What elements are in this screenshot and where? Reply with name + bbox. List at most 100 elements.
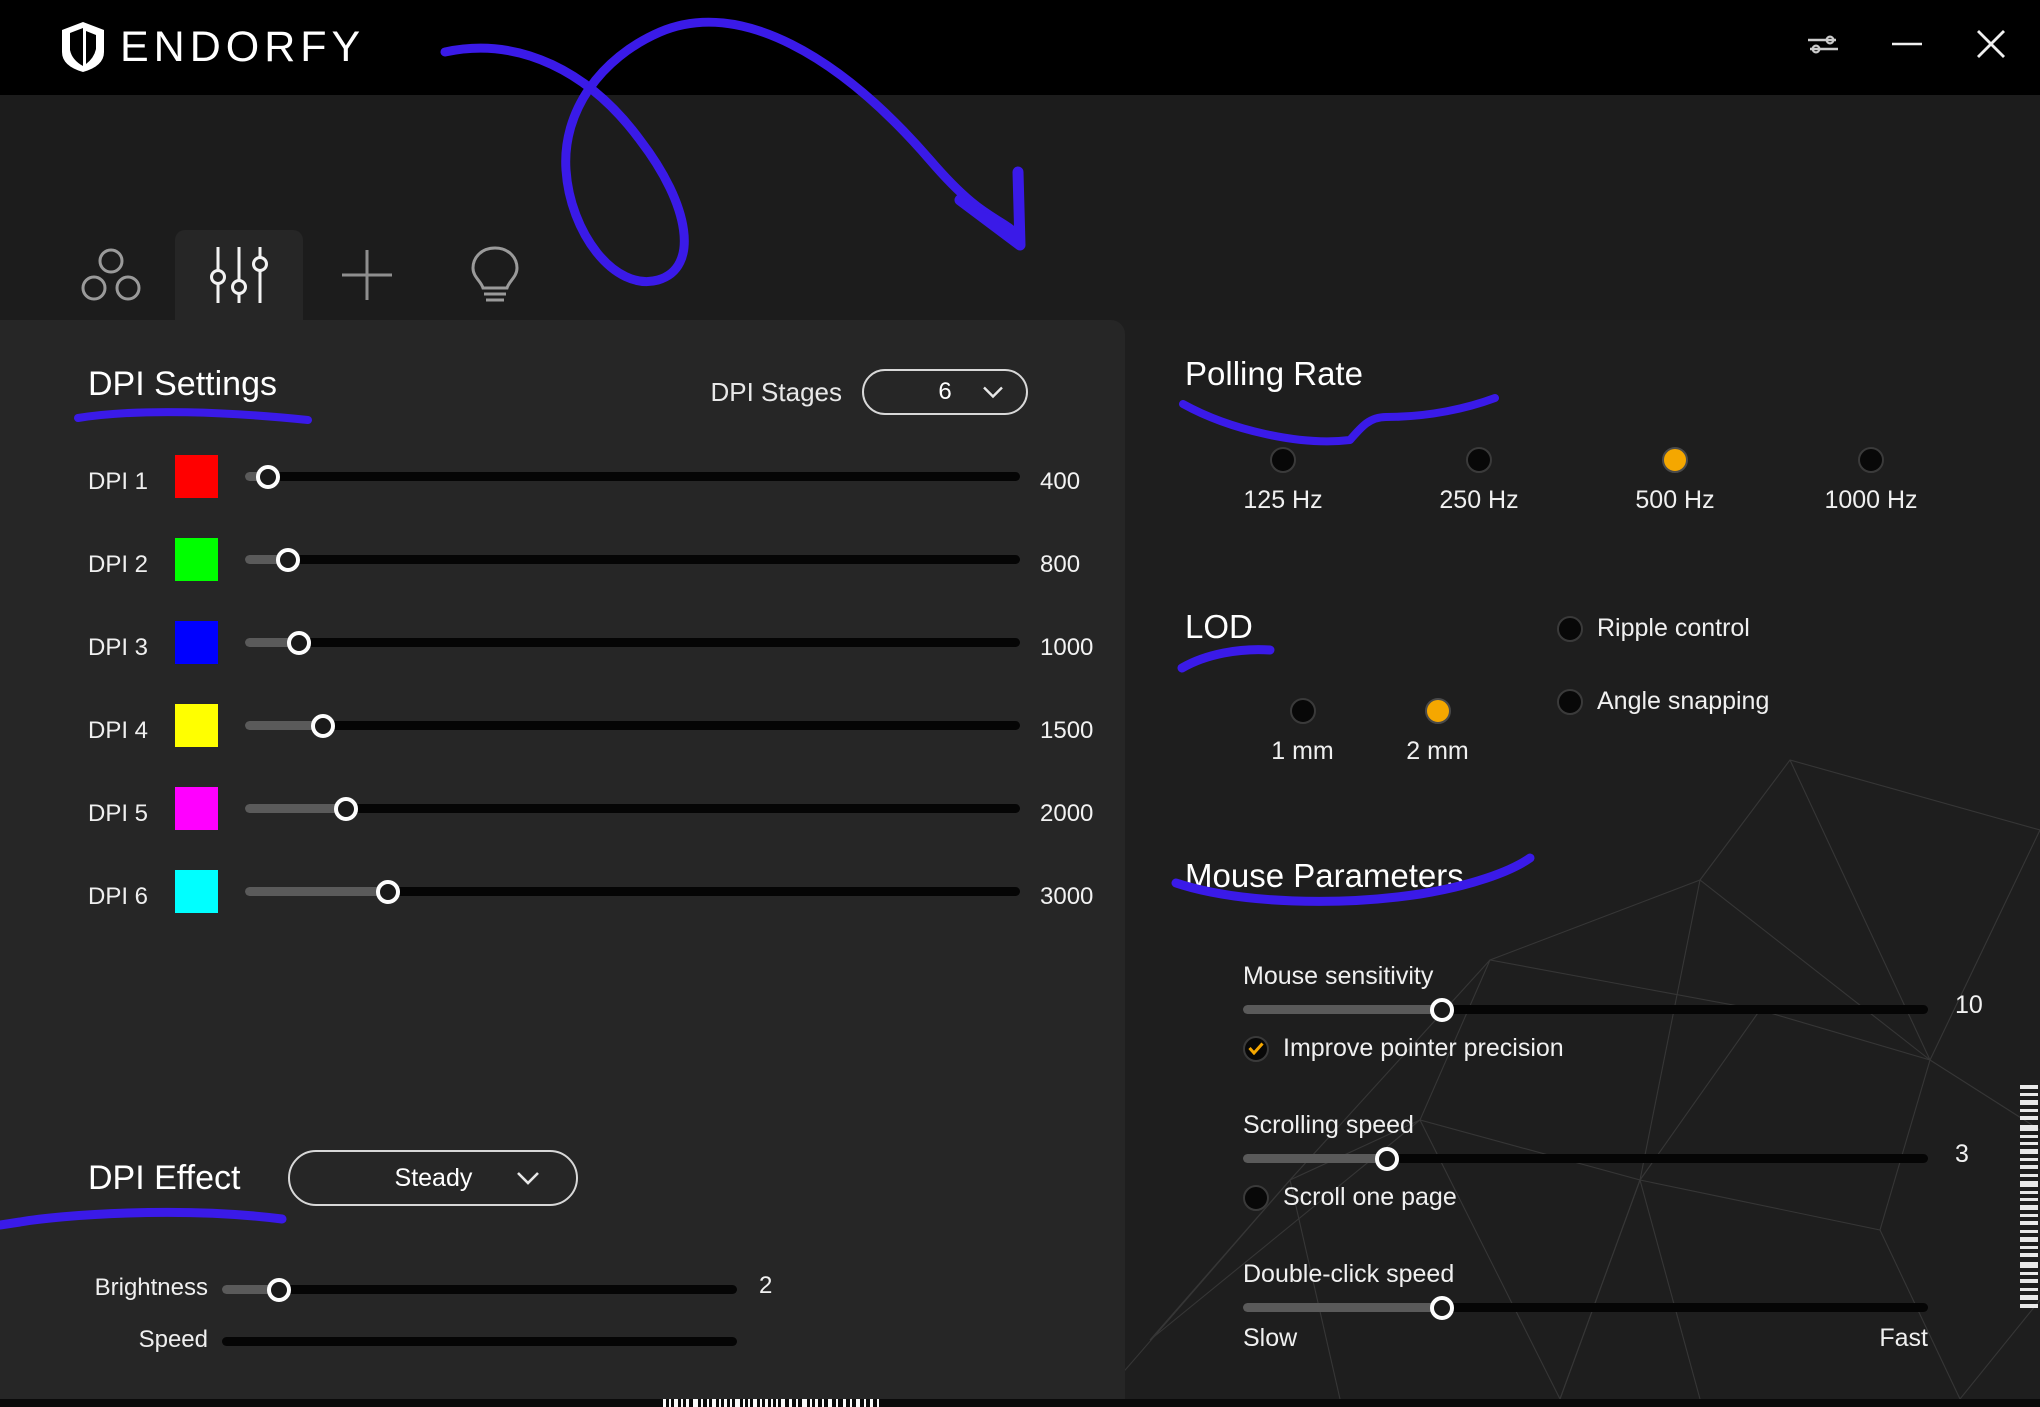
mouse-sensitivity-slider[interactable]: 10 [1243, 991, 1983, 1022]
settings-button[interactable] [1800, 21, 1846, 67]
dpi-slider[interactable] [245, 713, 1020, 738]
plus-icon [342, 250, 392, 300]
minimize-icon [1892, 42, 1922, 46]
scroll-one-page-checkbox[interactable]: Scroll one page [1243, 1183, 2005, 1212]
tab-add[interactable] [303, 230, 431, 320]
mouse-sensitivity-slider-thumb[interactable] [1429, 997, 1454, 1022]
checkbox-indicator [1243, 1035, 1269, 1062]
lod-toggle-list: Ripple control Angle snapping [1557, 614, 1977, 716]
scrolling-speed-slider[interactable]: 3 [1243, 1140, 1969, 1171]
chevron-down-icon [983, 386, 1003, 399]
dpi-slider-thumb[interactable] [275, 547, 300, 572]
dpi-row-value: 800 [1040, 551, 1081, 578]
dpi-row-value: 400 [1040, 468, 1081, 495]
radio-indicator [1289, 698, 1316, 724]
double-click-speed-slider[interactable] [1243, 1295, 1928, 1320]
dpi-color-swatch[interactable] [175, 870, 218, 913]
dpi-slider[interactable] [245, 879, 1020, 904]
radio-indicator [1662, 447, 1688, 473]
polling-rate-option-label: 500 Hz [1635, 486, 1715, 514]
dpi-slider-thumb[interactable] [256, 464, 281, 489]
dpi-slider-thumb[interactable] [333, 796, 358, 821]
brightness-slider-thumb[interactable] [266, 1277, 291, 1302]
lod-option[interactable]: 2 mm [1370, 698, 1505, 766]
barcode-decoration-vertical [2020, 1085, 2038, 1308]
speed-slider[interactable] [222, 1337, 737, 1346]
dpi-slider[interactable] [245, 796, 1020, 821]
lod-toggle[interactable]: Angle snapping [1557, 687, 1977, 716]
checkbox-indicator [1243, 1184, 1269, 1211]
dpi-color-swatch[interactable] [175, 621, 218, 664]
dpi-row-value: 1000 [1040, 634, 1094, 661]
dpi-color-swatch[interactable] [175, 787, 218, 830]
lod-option[interactable]: 1 mm [1235, 698, 1370, 766]
improve-pointer-precision-label: Improve pointer precision [1283, 1034, 1564, 1062]
lod-option-label: 2 mm [1406, 737, 1469, 765]
lightbulb-icon [471, 246, 519, 302]
brightness-value: 2 [759, 1272, 773, 1299]
scrolling-speed-slider-thumb[interactable] [1374, 1146, 1399, 1171]
dpi-row: DPI 5 2000 [0, 772, 1125, 855]
mouse-parameters-section: Mouse Parameters Mouse sensitivity 10 Im… [1185, 857, 2005, 1353]
title-bar: ENDORFY [0, 0, 2040, 95]
dpi-row-value: 1500 [1040, 717, 1094, 744]
tab-list [47, 230, 559, 320]
double-click-speed-range-labels: Slow Fast [1243, 1324, 1928, 1353]
tab-lighting[interactable] [431, 230, 559, 320]
dpi-stages-label: DPI Stages [710, 376, 842, 407]
dpi-row: DPI 4 1500 [0, 689, 1125, 772]
lod-section: LOD 1 mm 2 mm Ripple control Angle snappin… [1185, 608, 2005, 766]
double-click-speed-slider-thumb[interactable] [1429, 1295, 1454, 1320]
brightness-slider[interactable] [222, 1277, 737, 1302]
dpi-effect-header: DPI Effect Steady [88, 1150, 579, 1206]
dpi-slider[interactable] [245, 630, 1020, 655]
double-click-speed-min-label: Slow [1243, 1324, 1298, 1352]
polling-rate-option-label: 1000 Hz [1824, 486, 1918, 514]
lod-option-label: 1 mm [1271, 737, 1334, 765]
dpi-row-label: DPI 5 [88, 800, 149, 827]
dpi-slider-thumb[interactable] [376, 879, 401, 904]
lod-toggle-label: Angle snapping [1597, 687, 1770, 715]
tab-bar [0, 95, 2040, 320]
dpi-slider-thumb[interactable] [287, 630, 312, 655]
dpi-stages-dropdown[interactable]: 6 [862, 369, 1028, 415]
polling-rate-option[interactable]: 1000 Hz [1773, 447, 1969, 515]
polling-rate-options: 125 Hz 250 Hz 500 Hz 1000 Hz [1185, 447, 2005, 515]
mouse-sensitivity-value: 10 [1955, 991, 1983, 1019]
polling-rate-option-label: 125 Hz [1243, 486, 1323, 514]
dpi-effect-mode-dropdown[interactable]: Steady [288, 1150, 579, 1206]
tab-profiles[interactable] [47, 230, 175, 320]
radio-indicator [1270, 447, 1296, 473]
brightness-row: Brightness 2 [95, 1268, 772, 1308]
dpi-color-swatch[interactable] [175, 538, 218, 581]
lod-toggle[interactable]: Ripple control [1557, 614, 1977, 643]
dpi-stages-value: 6 [938, 378, 952, 405]
scrolling-speed-block: Scrolling speed 3 Scroll one page [1243, 1111, 2005, 1212]
close-button[interactable] [1968, 21, 2014, 67]
speed-label: Speed [138, 1326, 208, 1353]
dpi-slider[interactable] [245, 547, 1020, 572]
polling-rate-option[interactable]: 500 Hz [1577, 447, 1773, 515]
lod-toggle-label: Ripple control [1597, 614, 1750, 642]
tab-performance[interactable] [175, 230, 303, 320]
polling-rate-option[interactable]: 125 Hz [1185, 447, 1381, 515]
app-logo: ENDORFY [62, 22, 365, 72]
dpi-row: DPI 1 400 [0, 440, 1125, 523]
scroll-one-page-label: Scroll one page [1283, 1183, 1457, 1211]
dpi-slider[interactable] [245, 464, 1020, 489]
dpi-color-swatch[interactable] [175, 455, 218, 498]
dpi-stages-control: DPI Stages 6 [710, 369, 1028, 415]
polling-rate-option[interactable]: 250 Hz [1381, 447, 1577, 515]
dpi-panel: DPI Settings DPI Stages 6 DPI 1 400 DPI 2 8… [0, 320, 1125, 1399]
brightness-label: Brightness [94, 1274, 208, 1301]
improve-pointer-precision-checkbox[interactable]: Improve pointer precision [1243, 1034, 2005, 1063]
dpi-color-swatch[interactable] [175, 704, 218, 747]
dpi-row-value: 3000 [1040, 883, 1094, 910]
sliders-icon [210, 247, 268, 303]
dpi-slider-thumb[interactable] [310, 713, 335, 738]
speed-row: Speed [139, 1320, 737, 1360]
minimize-button[interactable] [1884, 21, 1930, 67]
endorfy-shield-icon [62, 22, 104, 72]
dpi-header: DPI Settings DPI Stages 6 [88, 365, 1028, 425]
three-circles-icon [81, 248, 141, 301]
